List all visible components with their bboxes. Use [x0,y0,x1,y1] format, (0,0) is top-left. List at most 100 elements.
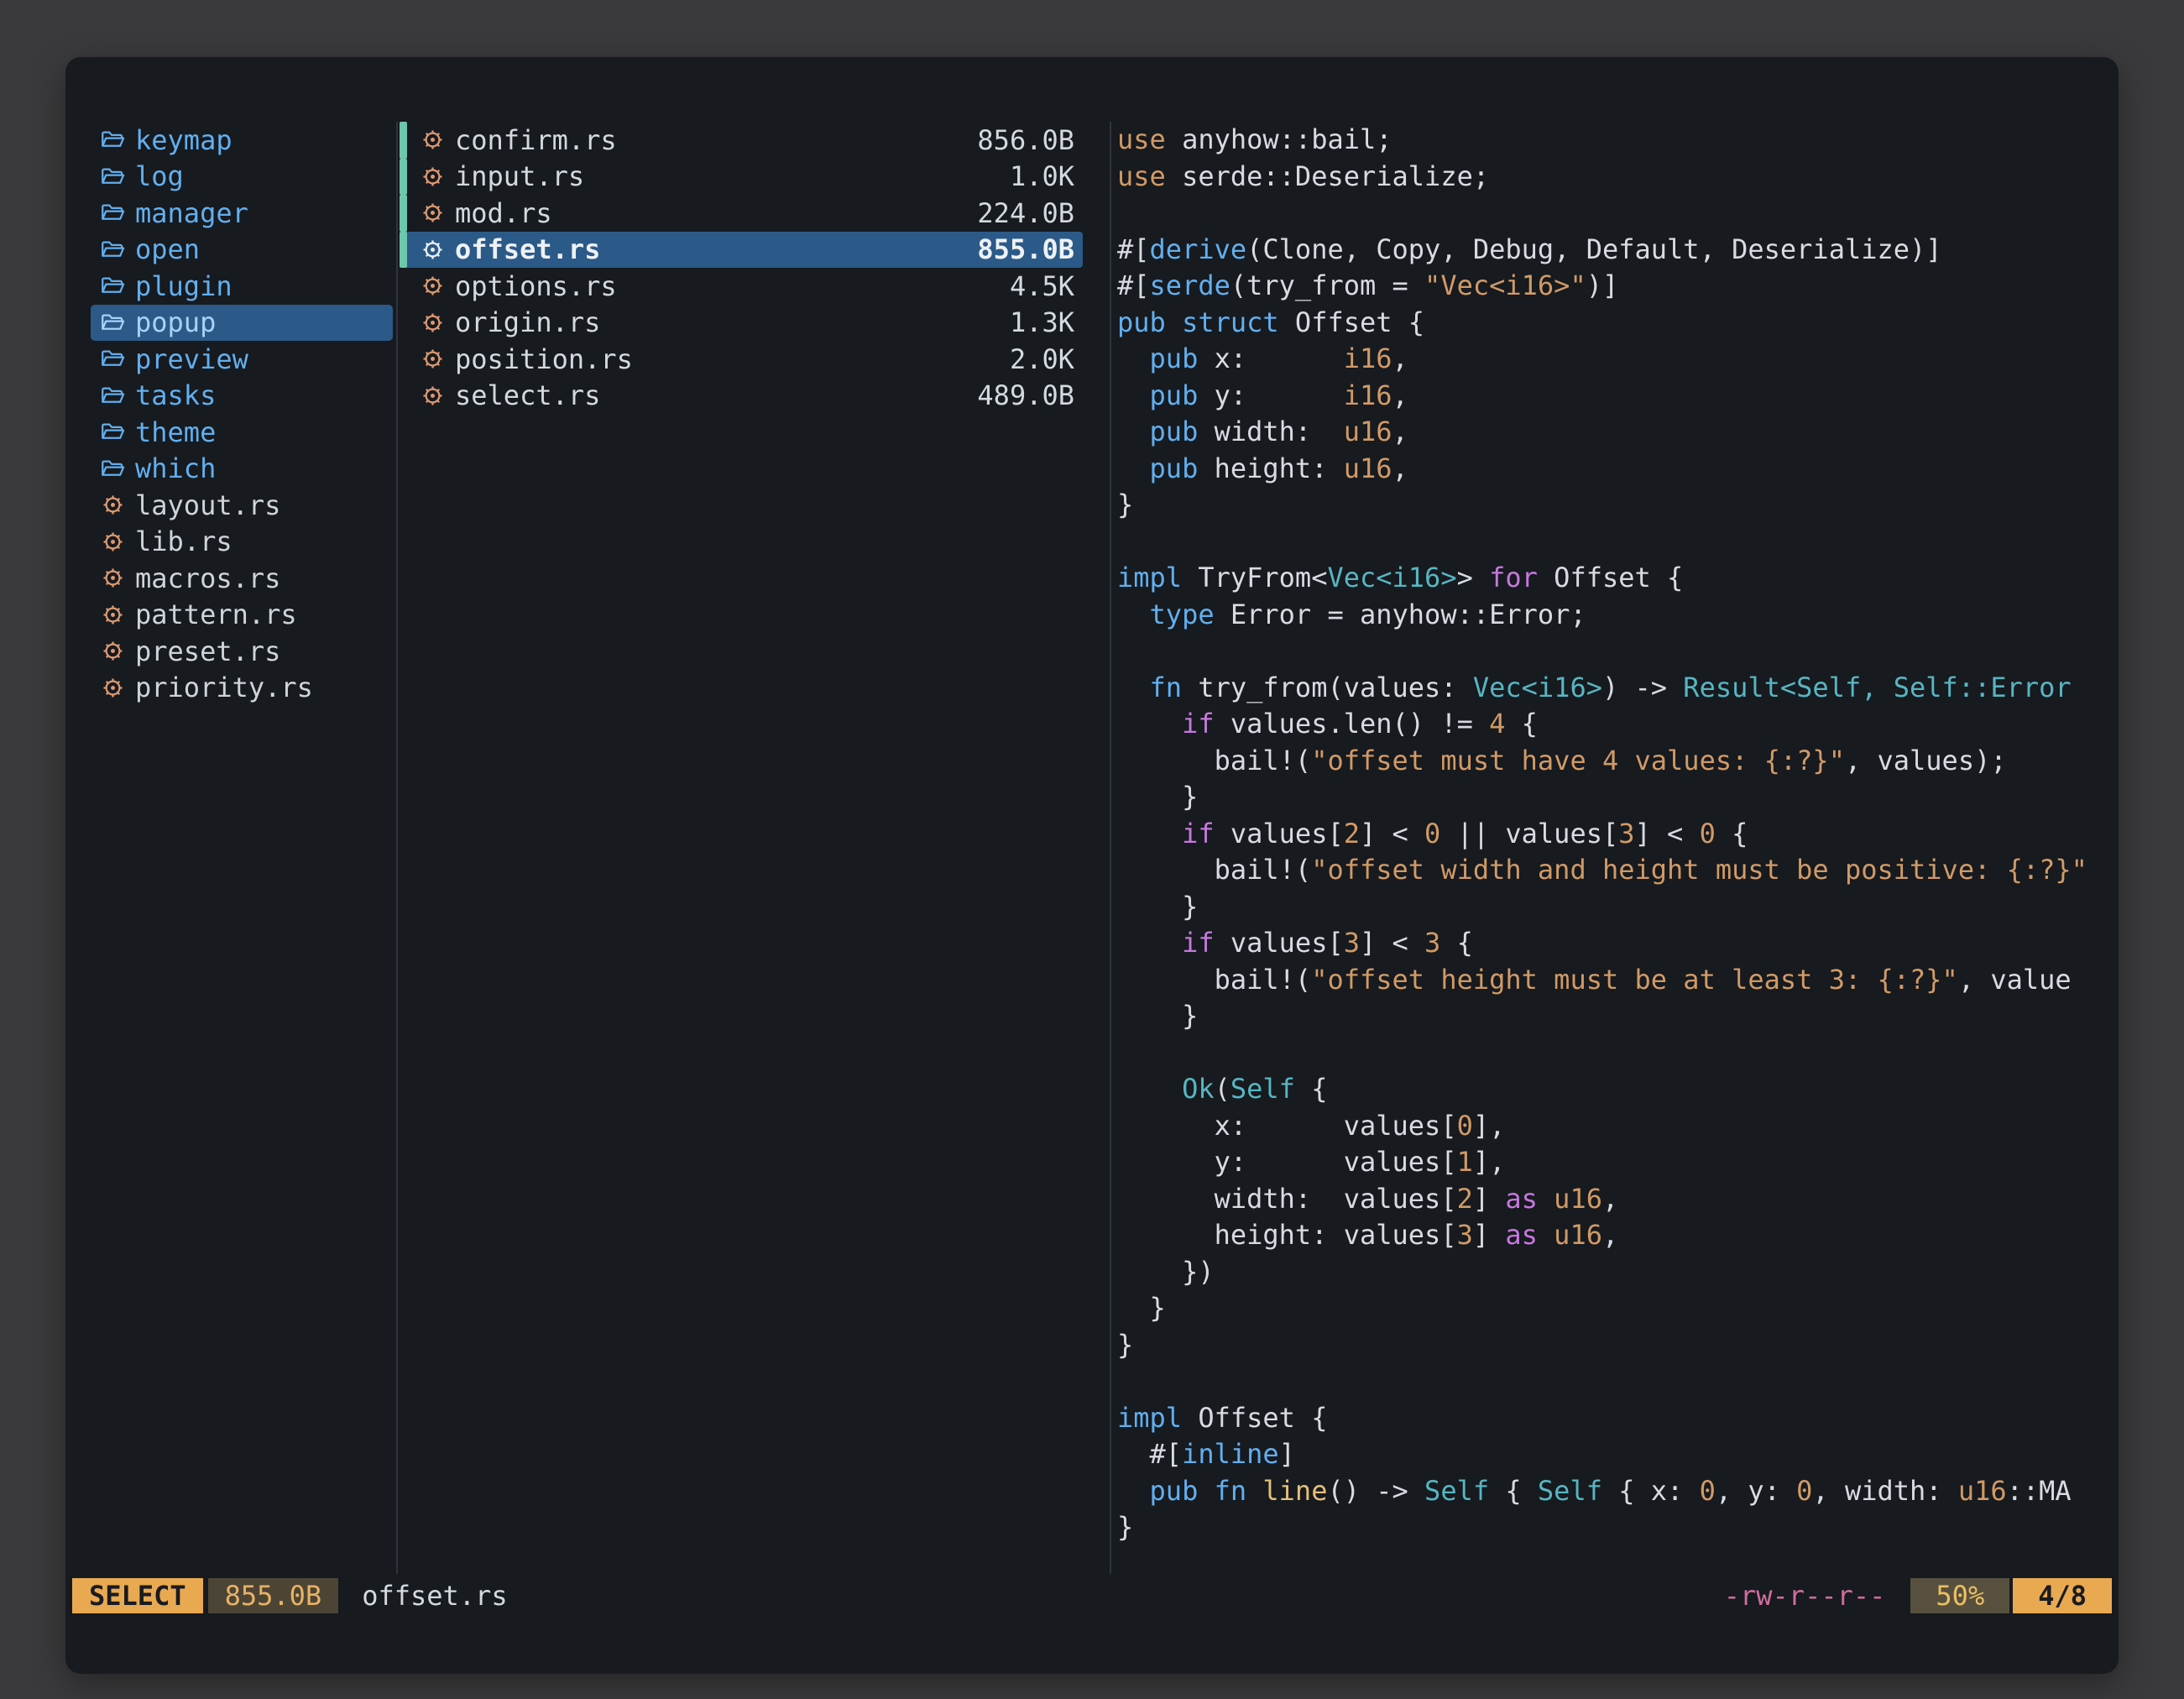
sidebar-item-popup[interactable]: popup [91,305,393,342]
folder-icon [101,457,125,480]
code-line: if values.len() != 4 { [1117,706,2113,743]
file-size: 1.0K [1010,160,1074,192]
code-line [1117,1363,2113,1400]
rust-file-icon [421,238,445,261]
current-directory-panel: confirm.rs856.0Binput.rs 1.0Kmod.rs224.0B… [400,122,1083,414]
code-line: bail!("offset height must be at least 3:… [1117,962,2113,999]
code-line: use anyhow::bail; [1117,122,2113,159]
file-size-badge: 855.0B [208,1578,339,1613]
file-name: position.rs [455,343,633,375]
code-line: pub struct Offset { [1117,305,2113,342]
sidebar-item-keymap[interactable]: keymap [91,122,393,159]
file-row-origin-rs[interactable]: origin.rs1.3K [400,305,1083,342]
sidebar-item-log[interactable]: log [91,159,393,196]
item-name: preview [135,343,248,375]
code-line: } [1117,1509,2113,1546]
folder-icon [101,165,125,188]
folder-icon [101,384,125,407]
sidebar-item-which[interactable]: which [91,451,393,488]
sidebar-item-pattern-rs[interactable]: pattern.rs [91,597,393,634]
rust-file-icon [421,128,445,151]
sidebar-item-open[interactable]: open [91,232,393,269]
file-row-confirm-rs[interactable]: confirm.rs856.0B [400,122,1083,159]
code-line: } [1117,487,2113,524]
file-name: select.rs [455,379,600,411]
item-name: lib.rs [135,525,233,557]
folder-icon [101,128,125,151]
file-row-mod-rs[interactable]: mod.rs224.0B [400,195,1083,232]
parent-directory-panel: keymap log manageropenpluginpopup preview ta… [91,122,393,706]
folder-icon [101,238,125,261]
item-name: tasks [135,379,216,411]
sidebar-item-priority-rs[interactable]: priority.rs [91,670,393,707]
item-name: pattern.rs [135,599,297,630]
code-line: #[derive(Clone, Copy, Debug, Default, De… [1117,232,2113,269]
code-line: impl Offset { [1117,1400,2113,1437]
file-permissions: -rw-r--r-- [1724,1580,1886,1612]
file-row-select-rs[interactable]: select.rs489.0B [400,378,1083,415]
sidebar-item-theme[interactable]: theme [91,414,393,451]
code-line: use serde::Deserialize; [1117,159,2113,196]
file-size: 855.0B [977,233,1074,265]
file-size: 856.0B [977,124,1074,156]
panel-separator-left [396,122,398,1574]
folder-icon [101,201,125,224]
item-name: manager [135,197,248,229]
file-name: mod.rs [455,197,552,229]
sidebar-item-preview[interactable]: preview [91,341,393,378]
item-name: keymap [135,124,233,156]
code-line: } [1117,998,2113,1035]
item-name: log [135,160,184,192]
sidebar-item-preset-rs[interactable]: preset.rs [91,633,393,670]
rust-file-icon [101,677,125,699]
file-row-position-rs[interactable]: position.rs2.0K [400,341,1083,378]
rust-file-icon [101,531,125,553]
file-row-input-rs[interactable]: input.rs 1.0K [400,159,1083,196]
code-line: } [1117,889,2113,926]
code-line: width: values[2] as u16, [1117,1181,2113,1218]
sidebar-item-lib-rs[interactable]: lib.rs [91,524,393,561]
item-name: macros.rs [135,562,280,594]
code-line: y: values[1], [1117,1144,2113,1181]
item-name: theme [135,416,216,448]
file-row-options-rs[interactable]: options.rs 4.5K [400,268,1083,305]
file-name: options.rs [455,270,617,302]
code-line: pub fn line() -> Self { Self { x: 0, y: … [1117,1473,2113,1510]
rust-file-icon [421,274,445,297]
rust-file-icon [101,640,125,662]
sidebar-item-tasks[interactable]: tasks [91,378,393,415]
code-line: pub y: i16, [1117,378,2113,415]
code-line: #[serde(try_from = "Vec<i16>")] [1117,268,2113,305]
sidebar-item-layout-rs[interactable]: layout.rs [91,487,393,524]
file-row-offset-rs[interactable]: offset.rs855.0B [400,232,1083,269]
code-line: if values[3] < 3 { [1117,925,2113,962]
panel-separator-right [1110,122,1111,1574]
item-name: popup [135,306,216,338]
code-line: bail!("offset width and height must be p… [1117,852,2113,889]
code-line: height: values[3] as u16, [1117,1217,2113,1254]
mode-badge: SELECT [72,1578,203,1613]
item-name: layout.rs [135,489,280,521]
rust-file-icon [421,311,445,334]
file-name: input.rs [455,160,584,192]
rust-file-icon [421,384,445,407]
item-name: which [135,452,216,484]
item-name: preset.rs [135,635,280,667]
code-line: bail!("offset must have 4 values: {:?}",… [1117,743,2113,780]
code-line: pub height: u16, [1117,451,2113,488]
code-line [1117,524,2113,561]
file-size: 4.5K [1010,270,1074,302]
code-line: #[inline] [1117,1436,2113,1473]
sidebar-item-macros-rs[interactable]: macros.rs [91,560,393,597]
item-name: priority.rs [135,672,313,703]
code-line: }) [1117,1254,2113,1291]
status-filename: offset.rs [362,1580,507,1612]
code-line [1117,1035,2113,1072]
rust-file-icon [101,494,125,516]
code-line: } [1117,1327,2113,1364]
sidebar-item-manager[interactable]: manager [91,195,393,232]
sidebar-file-list: keymap log manageropenpluginpopup preview ta… [91,122,393,706]
sidebar-item-plugin[interactable]: plugin [91,268,393,305]
code-line: fn try_from(values: Vec<i16>) -> Result<… [1117,670,2113,707]
file-name: origin.rs [455,306,600,338]
